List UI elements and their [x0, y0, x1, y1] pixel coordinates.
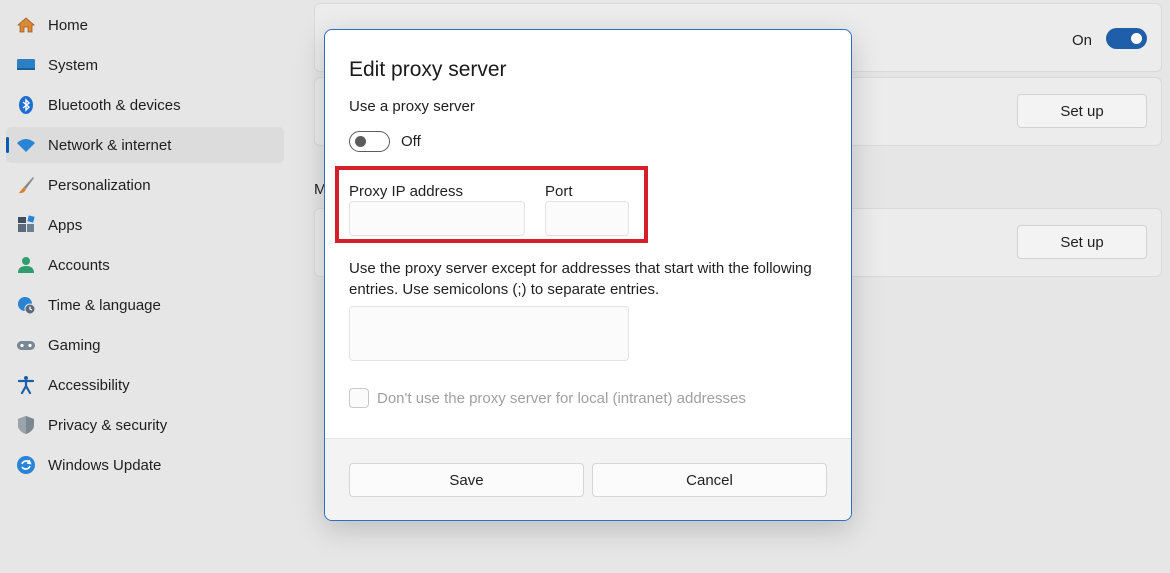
sidebar-item-label: Home: [48, 16, 89, 34]
dialog-footer: Save Cancel: [325, 438, 851, 520]
save-button[interactable]: Save: [349, 463, 584, 497]
setup-button-2[interactable]: Set up: [1017, 225, 1147, 259]
local-bypass-checkbox[interactable]: [349, 388, 369, 408]
toggle-state-label: On: [1072, 32, 1093, 49]
use-proxy-label: Use a proxy server: [349, 98, 475, 115]
dialog-title: Edit proxy server: [349, 58, 507, 81]
sidebar-item-bluetooth[interactable]: Bluetooth & devices: [6, 87, 284, 123]
settings-sidebar: Home System Bluetooth & devices Network …: [0, 0, 290, 573]
toggle-knob: [1131, 33, 1142, 44]
wifi-icon: [16, 135, 36, 155]
port-label: Port: [545, 183, 573, 200]
refresh-icon: [16, 455, 36, 475]
bluetooth-icon: [16, 95, 36, 115]
sidebar-item-apps[interactable]: Apps: [6, 207, 284, 243]
edit-proxy-dialog: Edit proxy server Use a proxy server Off…: [324, 29, 852, 521]
gamepad-icon: [16, 335, 36, 355]
sidebar-item-label: Accessibility: [48, 376, 130, 394]
sidebar-item-label: Privacy & security: [48, 416, 168, 434]
sidebar-item-label: Apps: [48, 216, 83, 234]
local-bypass-label: Don't use the proxy server for local (in…: [377, 390, 746, 407]
sidebar-item-network[interactable]: Network & internet: [6, 127, 284, 163]
sidebar-item-privacy-security[interactable]: Privacy & security: [6, 407, 284, 443]
monitor-icon: [16, 55, 36, 75]
cancel-button[interactable]: Cancel: [592, 463, 827, 497]
sidebar-item-label: Bluetooth & devices: [48, 96, 181, 114]
use-proxy-state: Off: [401, 133, 421, 150]
sidebar-item-personalization[interactable]: Personalization: [6, 167, 284, 203]
proxy-ip-input[interactable]: [349, 201, 525, 236]
globe-clock-icon: [16, 295, 36, 315]
proxy-ip-label: Proxy IP address: [349, 183, 463, 200]
toggle-knob: [355, 136, 366, 147]
sidebar-item-accessibility[interactable]: Accessibility: [6, 367, 284, 403]
setup-button-1[interactable]: Set up: [1017, 94, 1147, 128]
apps-icon: [16, 215, 36, 235]
sidebar-item-gaming[interactable]: Gaming: [6, 327, 284, 363]
sidebar-item-label: Network & internet: [48, 136, 172, 154]
port-input[interactable]: [545, 201, 629, 236]
sidebar-item-label: Accounts: [48, 256, 110, 274]
sidebar-item-label: Windows Update: [48, 456, 162, 474]
use-proxy-toggle[interactable]: [349, 131, 390, 152]
background-toggle[interactable]: [1106, 28, 1147, 49]
sidebar-item-accounts[interactable]: Accounts: [6, 247, 284, 283]
sidebar-item-label: Personalization: [48, 176, 151, 194]
brush-icon: [16, 175, 36, 195]
exceptions-input[interactable]: [349, 306, 629, 361]
sidebar-item-windows-update[interactable]: Windows Update: [6, 447, 284, 483]
exceptions-description: Use the proxy server except for addresse…: [349, 260, 812, 298]
person-icon: [16, 255, 36, 275]
sidebar-item-home[interactable]: Home: [6, 7, 284, 43]
sidebar-item-label: Gaming: [48, 336, 101, 354]
sidebar-item-system[interactable]: System: [6, 47, 284, 83]
sidebar-item-time-language[interactable]: Time & language: [6, 287, 284, 323]
sidebar-item-label: Time & language: [48, 296, 161, 314]
accessibility-icon: [16, 375, 36, 395]
sidebar-item-label: System: [48, 56, 99, 74]
shield-icon: [16, 415, 36, 435]
home-icon: [16, 15, 36, 35]
